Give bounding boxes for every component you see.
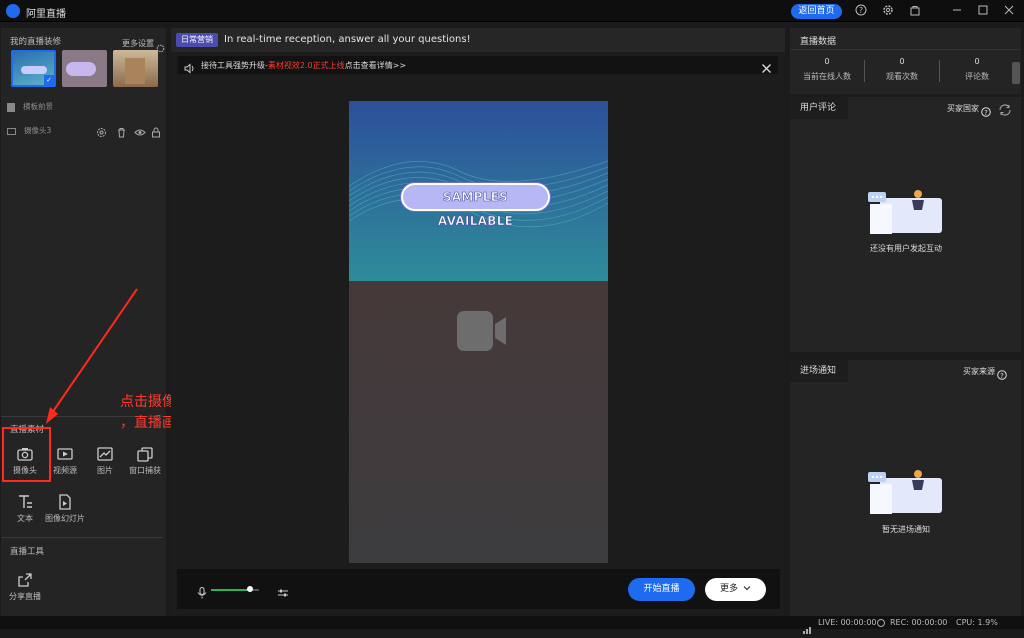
promo-close-icon[interactable]	[761, 59, 772, 73]
buyer-source-label: 买家来源	[963, 367, 995, 376]
samples-banner-text: SAMPLES AVAILABLE	[437, 190, 514, 229]
stat-label: 观看次数	[886, 72, 918, 81]
stat-value: 0	[974, 57, 980, 66]
audio-mixer-icon[interactable]	[277, 584, 289, 597]
help-icon[interactable]: ?	[981, 102, 991, 117]
tab-entry-notice[interactable]: 进场通知	[790, 360, 848, 382]
scrollbar-thumb[interactable]	[1012, 62, 1020, 84]
volume-slider[interactable]	[211, 586, 259, 592]
stat-views: 0 观看次数	[872, 57, 932, 82]
signal-icon	[803, 619, 813, 634]
empty-comments-text: 还没有用户发起互动	[870, 244, 942, 253]
refresh-icon[interactable]	[998, 101, 1012, 116]
live-preview: SAMPLES AVAILABLE	[349, 101, 608, 563]
notice-text: In real-time reception, answer all your …	[224, 34, 471, 45]
svg-text:?: ?	[984, 109, 988, 117]
stat-value: 0	[899, 57, 905, 66]
samples-banner: SAMPLES AVAILABLE	[401, 183, 550, 228]
svg-text:?: ?	[1000, 372, 1004, 380]
buyer-country-label: 买家国家	[947, 104, 979, 113]
more-button-label: 更多	[720, 584, 739, 594]
video-camera-placeholder-icon	[456, 310, 508, 352]
microphone-icon[interactable]	[197, 584, 207, 599]
tab-user-comments[interactable]: 用户评论	[790, 97, 848, 119]
speaker-icon	[184, 59, 196, 74]
more-button[interactable]: 更多	[705, 578, 766, 601]
promo-suffix: 点击查看详情>>	[344, 61, 407, 70]
stat-label: 当前在线人数	[803, 72, 851, 81]
start-live-button[interactable]: 开始直播	[628, 578, 695, 601]
promo-text[interactable]: 接待工具强势升级-素材视效2.0正式上线点击查看详情>>	[201, 60, 406, 71]
stat-value: 0	[824, 57, 830, 66]
stat-online: 0 当前在线人数	[797, 57, 857, 82]
live-timer: LIVE: 00:00:00	[818, 618, 877, 627]
empty-entry-text: 暂无进场通知	[882, 525, 930, 534]
divider	[939, 60, 940, 82]
rec-timer: REC: 00:00:00	[890, 618, 948, 627]
stat-comments: 0 评论数	[947, 57, 1007, 82]
promo-highlight: 素材视效2.0正式上线	[267, 61, 345, 70]
empty-comments-illustration	[866, 188, 946, 236]
volume-slider-handle[interactable]	[247, 586, 253, 592]
record-icon	[877, 619, 885, 627]
stat-label: 评论数	[965, 72, 989, 81]
divider	[790, 49, 1021, 50]
chevron-down-icon	[743, 586, 751, 591]
cpu-usage: CPU: 1.9%	[956, 618, 998, 627]
marketing-tag: 日常营销	[176, 33, 218, 47]
help-icon[interactable]: ?	[997, 365, 1007, 380]
promo-prefix: 接待工具强势升级-	[201, 61, 268, 70]
divider	[864, 60, 865, 82]
empty-entry-illustration	[866, 468, 946, 516]
live-data-title: 直播数据	[800, 37, 837, 47]
